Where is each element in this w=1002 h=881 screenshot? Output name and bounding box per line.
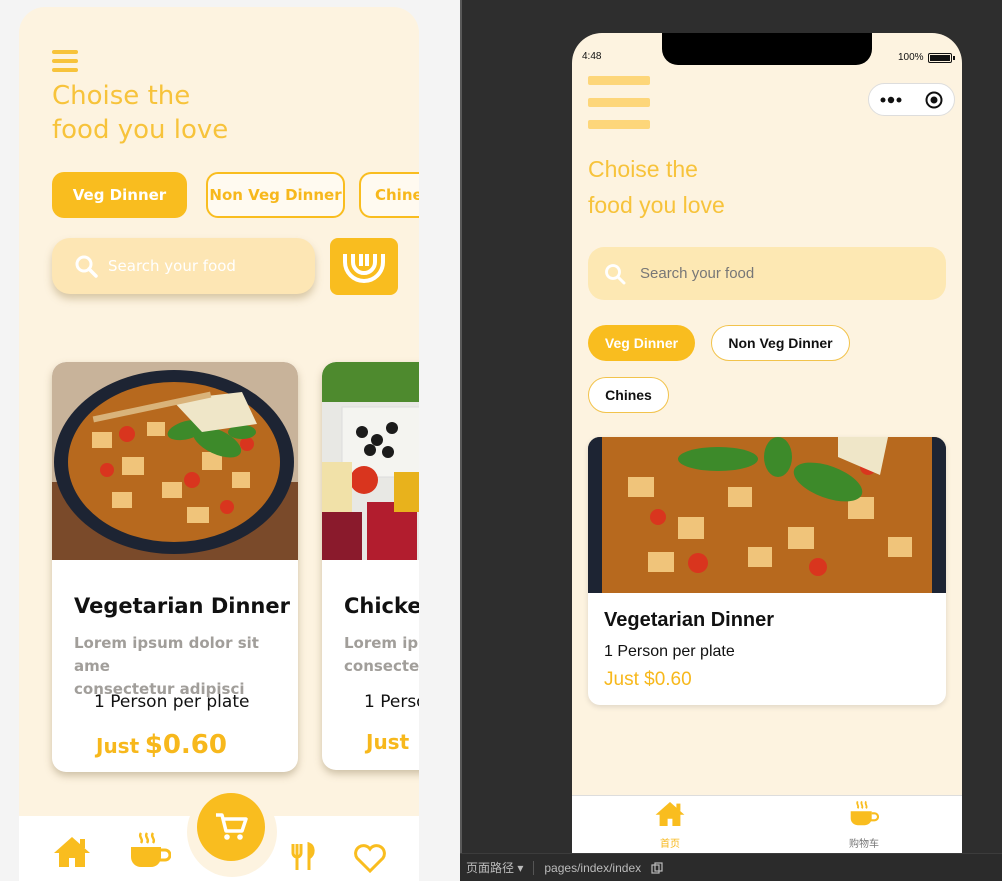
more-icon[interactable] [880,96,902,104]
food-description-line-2: consectetur [344,657,419,675]
page-path-value: pages/index/index [544,860,642,875]
page-title: Choise the food you love [52,79,312,147]
cart-button[interactable] [197,793,265,861]
coffee-icon[interactable] [129,831,171,871]
phone-notch [662,33,872,65]
search-bar[interactable]: Search your food [52,238,315,294]
food-image [52,362,298,560]
serving-info: 1 Person [364,692,419,712]
food-name: Chicken [344,594,419,618]
title-line-2: food you love [52,115,229,145]
food-card-vegetarian[interactable]: Vegetarian Dinner 1 Person per plate Jus… [588,437,946,705]
category-chip-veg-dinner[interactable]: Veg Dinner [588,325,695,361]
filter-icon [343,253,385,283]
tab-home[interactable]: 首页 [640,800,700,850]
search-placeholder: Search your food [108,257,236,275]
price-label: Just $0.60 [96,730,227,760]
food-description-line-1: Lorem ipsum [344,634,419,652]
status-time: 4:48 [582,51,602,62]
food-image [588,437,946,593]
design-mockup: Choise the food you love Veg Dinner Non … [19,7,419,881]
food-description-line-1: Lorem ipsum dolor sit ame [74,634,259,675]
page-path-dropdown[interactable]: 页面路径 ▾ [466,859,523,876]
devtools-status-bar: 页面路径 ▾ pages/index/index [460,853,1002,881]
tab-bar: 首页 购物车 [572,795,962,853]
food-image [322,362,419,560]
food-name: Vegetarian Dinner [74,594,290,618]
hamburger-menu-icon[interactable] [588,76,650,142]
search-bar[interactable]: Search your food [588,247,946,300]
food-card-vegetarian[interactable]: Vegetarian Dinner Lorem ipsum dolor sit … [52,362,298,772]
food-description: Lorem ipsum consectetur [344,632,419,678]
price-prefix: Just [96,734,140,758]
category-chip-non-veg-dinner[interactable]: Non Veg Dinner [711,325,850,361]
heart-icon[interactable] [353,843,387,873]
price-label: Just $0.60 [604,669,692,690]
tab-cart-label: 购物车 [849,839,879,850]
tab-cart[interactable]: 购物车 [834,800,894,850]
price-prefix: Just [366,730,410,754]
search-placeholder: Search your food [640,265,755,282]
category-chip-chines[interactable]: Chines [588,377,669,413]
category-chip-non-veg-dinner[interactable]: Non Veg Dinner [206,172,345,218]
battery-icon [927,52,955,63]
price-label: Just [366,730,409,754]
food-card-chicken[interactable]: Chicken Lorem ipsum consectetur 1 Person… [322,362,419,770]
page-title: Choise the food you love [588,151,848,223]
close-target-icon[interactable] [925,91,943,109]
title-line-1: Choise the [52,81,191,111]
filter-button[interactable] [330,238,398,295]
price-value: $0.60 [144,730,227,760]
phone-simulator: 4:48 100% Choise the food you love Searc… [572,33,962,853]
serving-info: 1 Person per plate [94,692,250,712]
tab-home-label: 首页 [660,839,680,850]
category-chip-chines[interactable]: Chines [359,172,419,218]
cart-icon [216,813,248,840]
search-icon [75,255,98,278]
title-line-2: food you love [588,192,725,218]
hamburger-menu-icon[interactable] [52,50,78,72]
category-chip-veg-dinner[interactable]: Veg Dinner [52,172,187,218]
battery-percent: 100% [898,52,924,63]
utensils-icon[interactable] [291,842,317,872]
battery-status: 100% [898,52,955,63]
food-description: Lorem ipsum dolor sit ame consectetur ad… [74,632,294,701]
copy-icon[interactable] [651,861,663,874]
title-line-1: Choise the [588,156,698,182]
coffee-icon [850,800,880,826]
page-path-label: 页面路径 [466,861,515,875]
food-name: Vegetarian Dinner [604,609,775,631]
home-icon [655,802,685,826]
divider [533,860,535,875]
serving-info: 1 Person per plate [604,643,735,660]
home-icon[interactable] [52,835,92,869]
search-icon [605,263,626,284]
mini-program-capsule[interactable] [868,83,955,116]
